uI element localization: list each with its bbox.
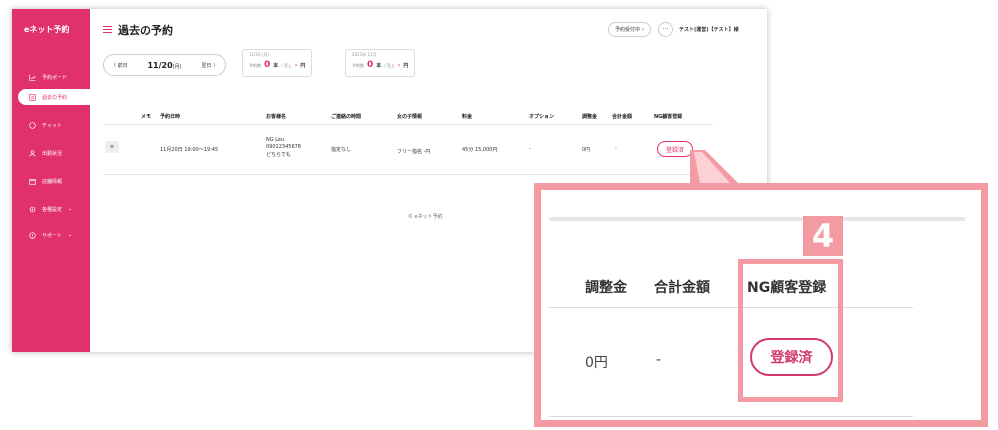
sales-label: / 売上 [384,63,395,68]
zoom-adjust-value: 0円 [585,355,608,371]
highlight-box [738,259,843,402]
col-fee: 料金 [462,114,473,120]
count-value: 0 [367,60,374,70]
page-title: 過去の予約 [118,24,173,37]
cell-date: 11月20日 19:00〜19:45 [160,147,219,153]
sidebar-item-reservation-board[interactable]: 予約ボード [12,69,90,85]
cell-fee: 45分 15,000円 [462,147,498,153]
chevron-down-icon: ⌄ [68,232,73,238]
count-label: 予約数 [249,63,261,68]
sidebar-item-label: 過去の予約 [42,94,68,101]
sidebar-item-label: 店舗情報 [42,178,63,185]
count-unit: 本 [273,63,279,69]
current-date-value: 11/20 [147,60,173,70]
sidebar-item-past-reservations[interactable]: 過去の予約 [18,89,90,105]
monthly-stats: 2023年 11月 予約数 0 本 / 売上 - 円 [345,49,416,77]
daily-stats: 11/20 (月) 予約数 0 本 / 売上 - 円 [242,49,313,77]
next-day-button[interactable]: 翌日 〉 [201,62,218,69]
person-icon [28,149,37,158]
count-value: 0 [264,60,271,70]
sidebar-item-label: サポート [42,232,63,239]
sidebar-item-label: 予約ボード [42,74,68,81]
count-unit: 本 [376,63,382,69]
col-date: 予約日時 [160,114,181,120]
table-header: メモ 予約日時 お客様名 ご連絡の時間 女の子情報 料金 オプション 調整金 合… [103,109,713,125]
prev-day-button[interactable]: 〈 前日 [111,62,128,69]
zoom-divider-top [549,217,965,221]
sales-unit: 円 [403,63,409,69]
table-row: ≡ 11月20日 19:00〜19:45 NG Leu 09012345678 … [103,125,713,175]
col-memo: メモ [141,114,152,120]
store-icon [28,177,37,186]
hamburger-menu-icon[interactable] [103,26,112,34]
cell-customer-phone: 09012345678 [266,144,301,150]
cell-total: - [615,146,617,152]
col-total: 合計金額 [612,114,633,120]
sidebar-item-settings[interactable]: 各種設定 ⌄ [12,201,90,217]
sidebar-item-store-info[interactable]: 店舗情報 [12,173,90,189]
col-ng: NG顧客登録 [654,114,683,120]
zoom-header-divider [549,307,913,308]
zoom-col-adjust: 調整金 [585,280,627,296]
footer-copyright: © eネット予約 [408,214,443,220]
zoom-total-value: - [656,352,662,368]
sales-value: - [397,62,401,69]
step-number-badge: 4 [803,216,843,256]
chat-icon [28,121,37,130]
reservations-table: メモ 予約日時 お客様名 ご連絡の時間 女の子情報 料金 オプション 調整金 合… [103,109,713,175]
zoom-col-total: 合計金額 [654,280,710,296]
settings-icon [28,205,37,214]
date-navigator: 〈 前日 11/20(月) 翌日 〉 [103,54,226,76]
ng-registered-button[interactable]: 登録済 [657,141,693,157]
count-label: 予約数 [352,63,364,68]
cell-option: - [529,146,531,152]
chevron-down-icon: ⌄ [68,206,73,212]
user-name: テスト(運営)【テスト】様 [679,27,739,33]
sales-unit: 円 [300,63,306,69]
sidebar-item-label: 各種設定 [42,206,63,213]
zoom-callout: 調整金 合計金額 NG顧客登録 0円 - 登録済 4 [534,183,988,427]
app-logo: eネット予約 [24,25,70,34]
help-icon [28,231,37,240]
sales-value: - [294,62,298,69]
memo-button[interactable]: ≡ [105,141,119,153]
sidebar-item-attendance[interactable]: 出勤状況 [12,145,90,161]
sales-label: / 売上 [281,63,292,68]
sidebar-item-chat[interactable]: チャット [12,117,90,133]
stat-caption: 11/20 (月) [249,52,269,57]
current-date: 11/20(月) [147,61,181,70]
sidebar-item-label: チャット [42,122,62,129]
sidebar: eネット予約 予約ボード 過去の予約 チャット 出勤状況 店舗情報 各種設定 ⌄… [12,9,90,352]
cell-adjust: 0円 [582,147,591,153]
col-adjust: 調整金 [582,114,598,120]
cell-girl: フリー指名 -円 [397,149,431,155]
cell-customer-pref: どちらでも [266,152,291,158]
more-options-button[interactable]: ··· [658,22,673,37]
col-option: オプション [529,114,555,120]
reservation-status-button[interactable]: 予約受付中 › [608,22,652,37]
col-girl: 女の子情報 [397,114,423,120]
sidebar-item-label: 出勤状況 [42,150,63,157]
sidebar-item-support[interactable]: サポート ⌄ [12,227,90,243]
chart-icon [28,73,37,82]
col-contact: ご連絡の時間 [331,114,362,120]
status-label: 予約受付中 [615,27,641,33]
zoom-row-divider [549,416,913,417]
cell-customer-name: NG Leu [266,137,285,143]
current-weekday: (月) [172,63,182,70]
cell-contact: 指定なし [331,147,352,153]
list-icon [28,93,37,102]
stat-caption: 2023年 11月 [352,52,377,57]
col-customer: お客様名 [266,114,287,120]
chevron-right-icon: › [642,26,645,33]
screenshot-stage: eネット予約 予約ボード 過去の予約 チャット 出勤状況 店舗情報 各種設定 ⌄… [0,0,998,430]
